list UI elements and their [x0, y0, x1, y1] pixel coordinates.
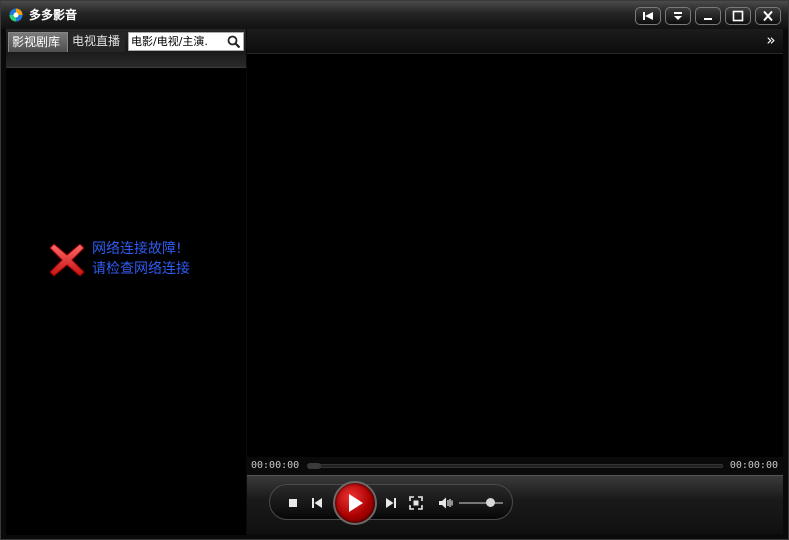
next-button[interactable]	[383, 495, 399, 511]
search-input[interactable]	[129, 33, 223, 50]
control-bar	[247, 475, 783, 534]
search-button[interactable]	[226, 34, 242, 50]
minimize-icon	[704, 18, 712, 20]
volume-handle[interactable]	[485, 498, 495, 507]
play-button[interactable]	[333, 481, 377, 525]
tab-tv-live[interactable]: 电视直播	[69, 32, 125, 52]
network-error-message: 网络连接故障! 请检查网络连接	[48, 239, 238, 285]
video-area[interactable]	[247, 54, 783, 457]
app-window: 多多影音 影视剧库 电视直播 电影/电视/主演. 网络连接故障! 请检查网络连接…	[0, 0, 789, 540]
fullscreen-button[interactable]	[407, 494, 425, 512]
volume-slider[interactable]	[459, 502, 503, 504]
close-icon	[763, 10, 773, 22]
player-top-bar: »	[247, 29, 783, 54]
volume-icon	[439, 497, 453, 509]
total-time: 00:00:00	[729, 460, 778, 471]
expand-button[interactable]: »	[763, 31, 779, 49]
title-bar[interactable]: 多多影音	[1, 1, 788, 29]
stop-icon	[289, 499, 297, 507]
tab-video-library[interactable]: 影视剧库	[8, 32, 68, 52]
mute-button[interactable]	[437, 495, 455, 511]
library-tab-bar: 影视剧库 电视直播	[6, 29, 246, 68]
seek-row: 00:00:00 00:00:00	[247, 457, 783, 475]
error-x-icon	[49, 243, 85, 277]
search-box	[128, 32, 244, 51]
dropdown-icon	[674, 12, 682, 20]
search-icon	[227, 35, 241, 49]
app-logo-icon	[9, 8, 23, 22]
fullscreen-icon	[409, 496, 423, 510]
minimize-button[interactable]	[695, 7, 721, 25]
maximize-button[interactable]	[725, 7, 751, 25]
menu-button[interactable]	[665, 7, 691, 25]
play-icon	[349, 494, 363, 512]
seek-bar[interactable]	[307, 463, 723, 469]
error-title: 网络连接故障!	[92, 241, 182, 257]
current-time: 00:00:00	[251, 460, 300, 471]
double-chevron-right-icon: »	[766, 31, 776, 49]
error-hint: 请检查网络连接	[92, 261, 190, 277]
maximize-icon	[732, 10, 744, 22]
pin-icon	[643, 12, 653, 20]
seek-handle[interactable]	[307, 463, 321, 469]
previous-icon	[312, 498, 322, 508]
close-button[interactable]	[755, 7, 781, 25]
next-icon	[386, 498, 396, 508]
previous-button[interactable]	[309, 495, 325, 511]
library-panel: 影视剧库 电视直播 电影/电视/主演. 网络连接故障! 请检查网络连接	[6, 29, 246, 535]
stop-button[interactable]	[285, 495, 301, 511]
pin-button[interactable]	[635, 7, 661, 25]
app-title: 多多影音	[29, 8, 78, 22]
